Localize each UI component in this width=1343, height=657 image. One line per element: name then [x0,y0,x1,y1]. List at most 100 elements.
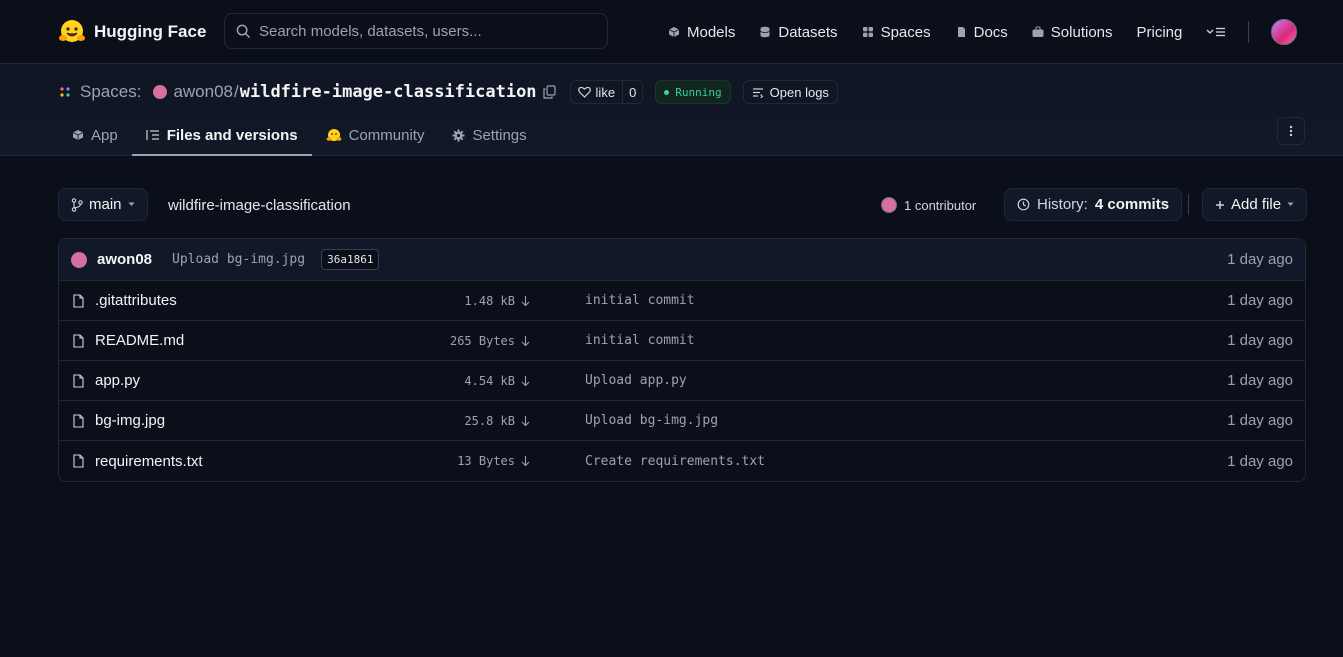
like-toggle[interactable]: like [571,81,624,103]
file-icon [73,333,84,348]
nav-datasets[interactable]: Datasets [759,24,838,41]
solutions-icon [1032,26,1044,37]
file-commit-message[interactable]: initial commit [585,293,695,308]
file-table: awon08 Upload bg-img.jpg 36a1861 1 day a… [58,238,1306,482]
like-count[interactable]: 0 [623,81,642,103]
tab-files-and-versions[interactable]: Files and versions [131,116,312,156]
commit-sha[interactable]: 36a1861 [321,249,380,270]
repo-name-link[interactable]: wildfire-image-classification [240,82,537,102]
last-commit-row: awon08 Upload bg-img.jpg 36a1861 1 day a… [59,239,1305,281]
download-icon[interactable] [521,375,530,387]
file-icon-wrap [73,413,84,428]
heart-icon [577,86,591,98]
file-row[interactable]: bg-img.jpg 25.8 kB Upload bg-img.jpg 1 day … [59,401,1305,441]
search-input[interactable] [259,22,579,40]
user-avatar[interactable] [1271,19,1298,45]
repo-path-breadcrumb[interactable]: wildfire-image-classification [168,197,351,214]
repo-type-label[interactable]: Spaces: [80,82,141,102]
file-name-link[interactable]: README.md [95,332,184,349]
branch-selector[interactable]: main [58,188,148,221]
models-icon [668,27,680,37]
branch-name: main [89,196,122,213]
file-icon [73,413,84,428]
commit-time: 1 day ago [1227,251,1293,268]
status-dot-icon [664,89,670,95]
status-label: Running [675,85,722,99]
tab-files-label: Files and versions [166,126,298,144]
docs-icon [957,27,965,37]
nav-docs-label: Docs [973,23,1008,41]
repo-tabs: App Files and versions Community Setting… [58,116,541,156]
download-button[interactable] [521,415,530,427]
file-commit-time: 1 day ago [1227,372,1293,389]
tab-community[interactable]: Community [312,116,439,156]
download-button[interactable] [521,335,530,347]
brand-link[interactable]: Hugging Face [58,18,206,46]
file-commit-time: 1 day ago [1227,292,1293,309]
owner-avatar [153,85,168,99]
nav-models[interactable]: Models [668,24,735,41]
toolbar-divider [1188,194,1189,215]
file-commit-message[interactable]: Upload bg-img.jpg [585,413,718,428]
commit-author[interactable]: awon08 [97,251,152,268]
main-nav: Models Datasets Spaces Docs Solutions Pr… [668,0,1298,64]
commit-message[interactable]: Upload bg-img.jpg [172,252,305,267]
download-icon[interactable] [521,415,530,427]
repo-owner-link[interactable]: awon08 [173,82,233,102]
file-name-link[interactable]: bg-img.jpg [95,412,165,429]
download-icon[interactable] [521,295,530,307]
file-commit-message[interactable]: initial commit [585,333,695,348]
kebab-menu-icon [1289,125,1293,137]
nav-spaces[interactable]: Spaces [862,24,931,41]
file-size: 25.8 kB [464,413,515,428]
file-name-link[interactable]: .gitattributes [95,292,177,309]
download-icon[interactable] [521,335,530,347]
file-row[interactable]: .gitattributes 1.48 kB initial commit 1 day… [59,281,1305,321]
file-size: 265 Bytes [449,333,515,348]
open-logs-button[interactable]: Open logs [742,80,838,104]
caret-down-icon [1287,202,1294,206]
caret-down-icon [128,202,135,206]
contributors-link[interactable]: 1 contributor [881,197,976,213]
file-row[interactable]: app.py 4.54 kB Upload app.py 1 day ago [59,361,1305,401]
cube-icon [72,130,84,140]
nav-solutions[interactable]: Solutions [1032,24,1113,41]
tab-app[interactable]: App [58,116,132,156]
gear-icon [452,129,465,141]
nav-pricing[interactable]: Pricing [1137,24,1183,41]
file-icon-wrap [73,454,84,468]
download-button[interactable] [521,455,530,467]
file-commit-message[interactable]: Upload app.py [585,373,687,388]
commit-author-avatar [71,251,87,268]
contributor-avatar [881,197,897,213]
git-branch-icon [71,197,83,212]
repo-header: Spaces: awon08 / wildfire-image-classifi… [0,64,1343,156]
download-button[interactable] [521,295,530,307]
tab-settings[interactable]: Settings [438,116,540,156]
file-name-link[interactable]: requirements.txt [95,453,203,470]
status-badge: Running [655,80,731,104]
brand-name: Hugging Face [94,21,207,41]
search-box[interactable] [224,13,608,49]
nav-pricing-label: Pricing [1136,23,1183,41]
file-row[interactable]: requirements.txt 13 Bytes Create requireme… [59,441,1305,481]
add-file-button[interactable]: Add file [1202,188,1308,221]
file-commit-message[interactable]: Create requirements.txt [585,454,765,469]
file-icon-wrap [73,333,84,348]
file-name-link[interactable]: app.py [95,372,140,389]
more-menu-icon [1206,27,1226,37]
tab-community-label: Community [348,126,425,144]
download-button[interactable] [521,375,530,387]
download-icon[interactable] [521,455,530,467]
file-row[interactable]: README.md 265 Bytes initial commit 1 day ag… [59,321,1305,361]
history-button[interactable]: History: 4 commits [1004,188,1183,221]
clock-icon [1017,198,1030,211]
like-button[interactable]: like 0 [569,80,644,104]
nav-docs[interactable]: Docs [955,24,1008,41]
files-icon [146,130,159,140]
nav-more-button[interactable] [1206,26,1226,38]
copy-icon[interactable] [542,85,556,99]
file-icon [73,454,84,468]
repo-options-button[interactable] [1277,117,1305,145]
file-size: 1.48 kB [464,293,515,308]
